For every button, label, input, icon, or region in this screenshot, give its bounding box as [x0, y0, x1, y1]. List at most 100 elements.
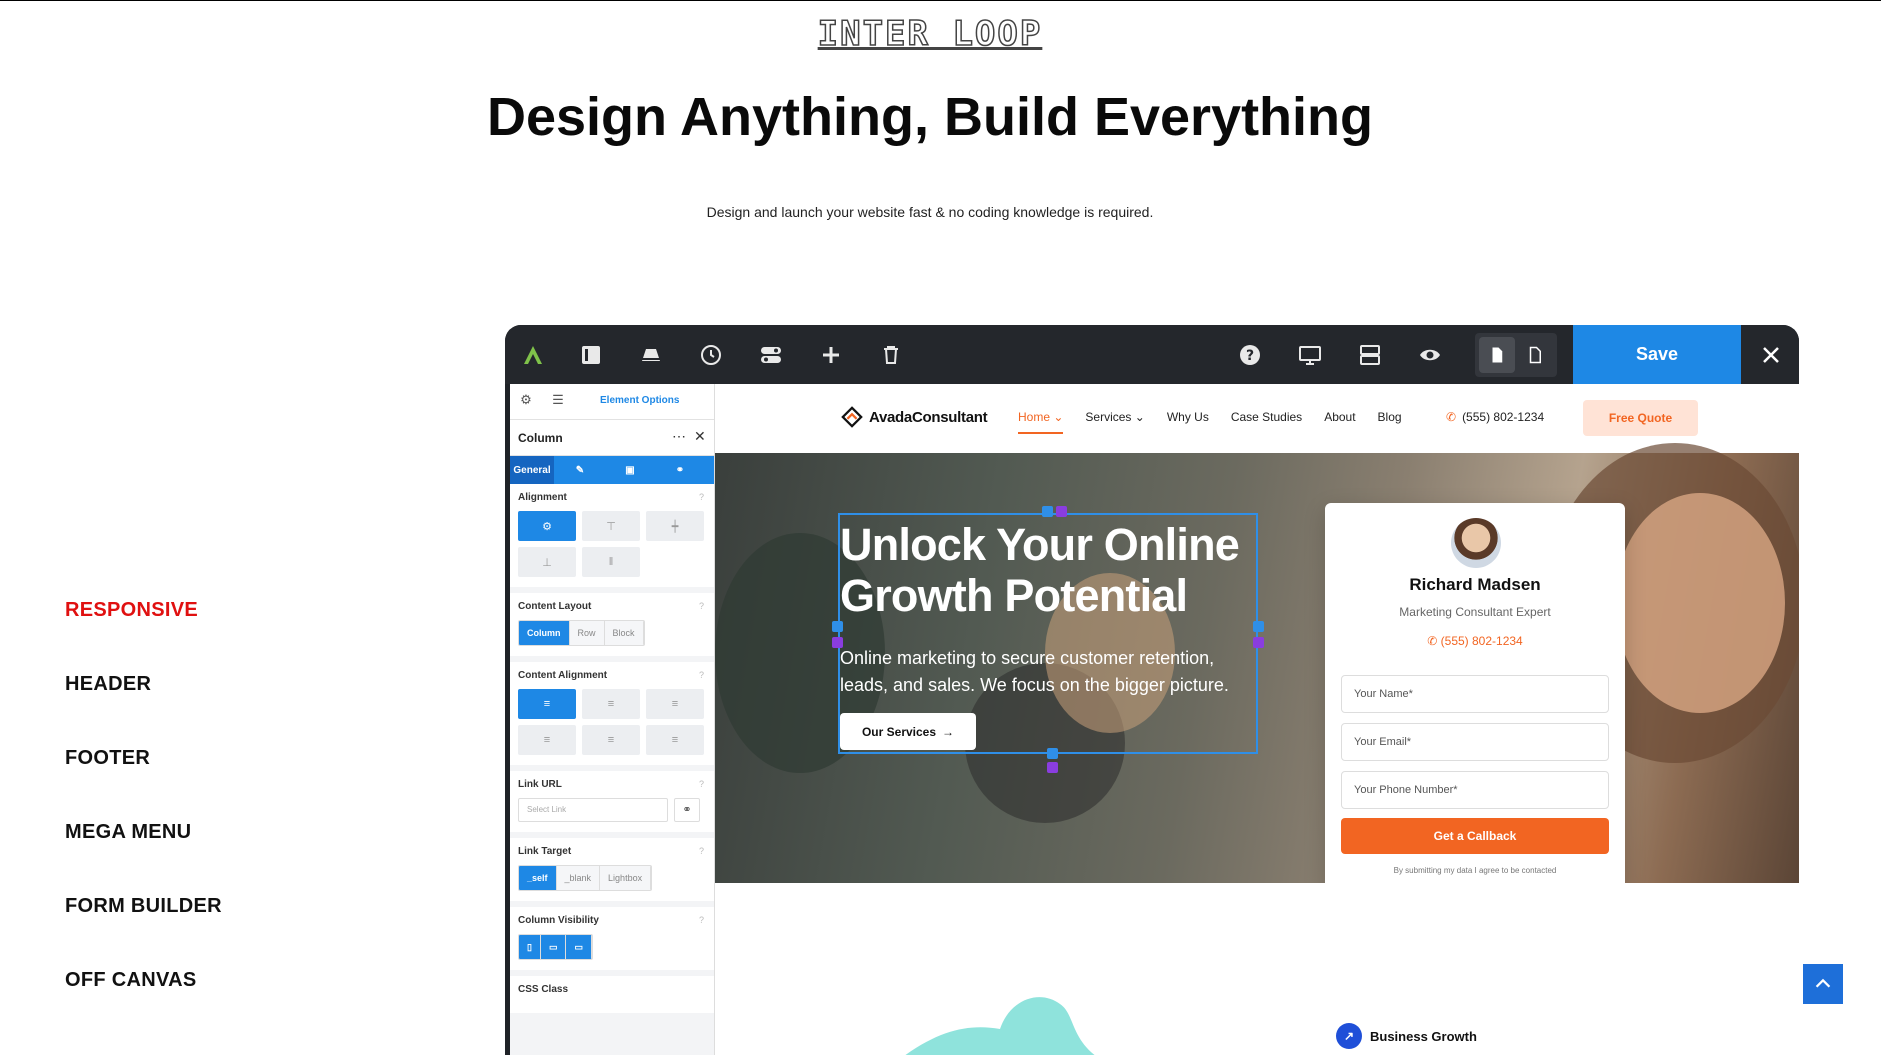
toggle-icon[interactable] [753, 337, 789, 373]
close-icon[interactable] [1753, 337, 1789, 373]
brand-logo-icon [841, 406, 863, 428]
trash-icon[interactable] [873, 337, 909, 373]
email-field[interactable]: Your Email* [1341, 723, 1609, 761]
help-icon[interactable]: ? [699, 492, 704, 502]
site-brand[interactable]: AvadaConsultant [841, 406, 988, 428]
help-icon[interactable]: ? [699, 915, 704, 925]
layout-row-option[interactable]: Row [569, 621, 605, 645]
consultant-phone-number: (555) 802-1234 [1440, 634, 1523, 648]
hero-heading: Unlock Your Online Growth Potential [840, 519, 1240, 621]
site-menu: Home ⌄ Services ⌄ Why Us Case Studies Ab… [1018, 410, 1402, 434]
panel-close-icon[interactable]: ✕ [694, 428, 706, 445]
page-outline-icon[interactable] [1517, 337, 1553, 373]
eraser-icon[interactable] [633, 337, 669, 373]
alignment-label: Alignment [518, 492, 567, 503]
avada-logo-icon[interactable] [515, 337, 551, 373]
menu-item-home[interactable]: Home ⌄ [1018, 410, 1064, 434]
more-icon[interactable]: ⋯ [672, 428, 686, 445]
feature-nav-header[interactable]: HEADER [65, 664, 222, 738]
help-icon[interactable]: ? [699, 779, 704, 789]
layers-icon[interactable]: ▣ [610, 456, 650, 484]
feature-nav-mega-menu[interactable]: MEGA MENU [65, 812, 222, 886]
get-callback-button[interactable]: Get a Callback [1341, 818, 1609, 854]
avatar [1451, 518, 1501, 568]
site-logo[interactable]: INTER LOOP [0, 13, 1860, 55]
brush-icon[interactable]: ✎ [560, 456, 600, 484]
sidebar-toggle-icon[interactable] [573, 337, 609, 373]
layout-column-option[interactable]: Column [519, 621, 570, 645]
align-center-option[interactable]: ┿ [646, 511, 704, 541]
desktop-icon[interactable] [1292, 337, 1328, 373]
feature-nav-responsive[interactable]: RESPONSIVE [65, 590, 222, 664]
consultant-name: Richard Madsen [1409, 575, 1541, 594]
feature-nav-footer[interactable]: FOOTER [65, 738, 222, 812]
menu-item-why-us[interactable]: Why Us [1167, 410, 1209, 434]
help-icon[interactable]: ? [699, 670, 704, 680]
menu-item-about[interactable]: About [1324, 410, 1355, 434]
layout-block-option[interactable]: Block [604, 621, 644, 645]
drag-handle-icon[interactable] [832, 621, 843, 632]
site-header: AvadaConsultant Home ⌄ Services ⌄ Why Us… [715, 384, 1799, 453]
align-auto-option[interactable]: ⚙ [518, 511, 576, 541]
callback-card: Richard Madsen Marketing Consultant Expe… [1325, 503, 1625, 891]
hero-background-shape [1615, 493, 1785, 713]
page-icon[interactable] [1479, 337, 1515, 373]
name-field[interactable]: Your Name* [1341, 675, 1609, 713]
consultant-phone[interactable]: ✆ (555) 802-1234 [1325, 634, 1625, 648]
content-align-evenly-option[interactable]: ≡ [646, 725, 704, 755]
content-align-start-option[interactable]: ≡ [518, 689, 576, 719]
preview-icon[interactable] [1412, 337, 1448, 373]
content-align-around-option[interactable]: ≡ [582, 725, 640, 755]
add-icon[interactable] [813, 337, 849, 373]
drag-handle-icon[interactable] [1253, 621, 1264, 632]
align-top-option[interactable]: ⊤ [582, 511, 640, 541]
feature-nav-off-canvas[interactable]: OFF CANVAS [65, 960, 222, 1034]
content-align-between-option[interactable]: ≡ [518, 725, 576, 755]
chevron-up-icon [1815, 978, 1831, 988]
drag-handle-icon[interactable] [1047, 762, 1058, 773]
free-quote-button[interactable]: Free Quote [1583, 400, 1698, 436]
subtab-general[interactable]: General [510, 456, 554, 484]
phone-field[interactable]: Your Phone Number* [1341, 771, 1609, 809]
content-align-end-option[interactable]: ≡ [646, 689, 704, 719]
arrow-right-icon: → [942, 724, 955, 739]
visibility-mobile-icon[interactable]: ▯ [519, 935, 541, 959]
drag-handle-icon[interactable] [1047, 748, 1058, 759]
content-align-center-option[interactable]: ≡ [582, 689, 640, 719]
builder-window: ? Save ⚙ ☰ Element Options Column ⋯ ✕ Ge… [505, 325, 1799, 1055]
help-icon[interactable]: ? [1232, 337, 1268, 373]
our-services-button[interactable]: Our Services → [840, 713, 976, 750]
help-icon[interactable]: ? [699, 601, 704, 611]
menu-item-blog[interactable]: Blog [1378, 410, 1402, 434]
menu-item-case-studies[interactable]: Case Studies [1231, 410, 1302, 434]
sliders-icon[interactable]: ☰ [548, 392, 568, 412]
link-url-section: Link URL ? Select Link ⚭ [510, 771, 714, 838]
business-growth-badge: ↗ Business Growth [1336, 1023, 1477, 1049]
link-picker-icon[interactable]: ⚭ [674, 798, 700, 822]
menu-label: Services [1085, 410, 1132, 424]
drag-handle-icon[interactable] [1056, 506, 1067, 517]
history-icon[interactable] [693, 337, 729, 373]
link-icon[interactable]: ⚭ [660, 456, 700, 484]
menu-item-services[interactable]: Services ⌄ [1085, 410, 1144, 434]
save-button[interactable]: Save [1573, 325, 1741, 384]
target-self-option[interactable]: _self [519, 866, 557, 890]
scroll-to-top-button[interactable] [1803, 964, 1843, 1004]
visibility-tablet-icon[interactable]: ▭ [540, 935, 567, 959]
settings-icon[interactable]: ⚙ [516, 392, 536, 412]
link-url-input[interactable]: Select Link [518, 798, 668, 822]
feature-nav-form-builder[interactable]: FORM BUILDER [65, 886, 222, 960]
target-lightbox-option[interactable]: Lightbox [600, 866, 652, 890]
visibility-desktop-icon[interactable]: ▭ [566, 935, 592, 959]
align-stretch-option[interactable]: ‖ [582, 547, 640, 577]
target-blank-option[interactable]: _blank [556, 866, 601, 890]
layout-icon[interactable] [1352, 337, 1388, 373]
header-phone[interactable]: ✆ (555) 802-1234 [1446, 410, 1544, 424]
consultant-role: Marketing Consultant Expert [1399, 605, 1551, 619]
help-icon[interactable]: ? [699, 846, 704, 856]
svg-text:?: ? [1246, 348, 1254, 364]
content-alignment-section: Content Alignment ? ≡ ≡ ≡ ≡ ≡ ≡ [510, 662, 714, 771]
drag-handle-icon[interactable] [1042, 506, 1053, 517]
align-bottom-option[interactable]: ⊥ [518, 547, 576, 577]
tab-element-options[interactable]: Element Options [600, 395, 679, 406]
